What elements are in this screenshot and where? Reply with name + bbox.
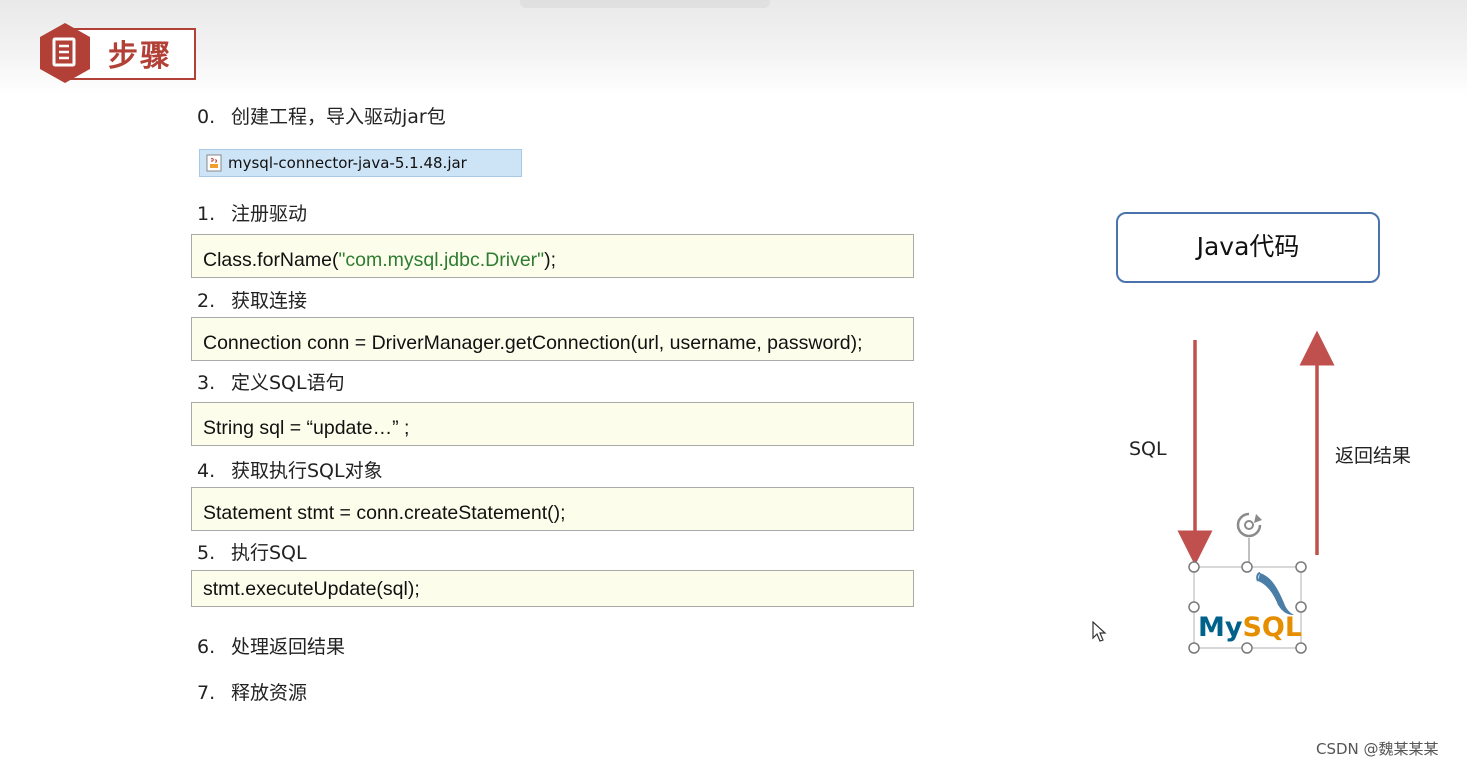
step-number: 0. <box>197 106 216 128</box>
code-execute-update: stmt.executeUpdate(sql); <box>191 570 914 607</box>
step-number: 2. <box>197 290 216 312</box>
code-text: Class.forName( <box>203 249 339 271</box>
step-number: 4. <box>197 460 216 482</box>
code-text: String sql = “update…” ; <box>203 417 410 439</box>
mysql-logo-image[interactable]: MySQL <box>1186 559 1310 659</box>
jar-file-name: mysql-connector-java-5.1.48.jar <box>228 154 467 172</box>
step-label: 获取连接 <box>231 290 308 312</box>
step-3: 3. 定义SQL语句 <box>197 368 345 395</box>
step-6: 6. 处理返回结果 <box>197 632 345 659</box>
code-create-statement: Statement stmt = conn.createStatement(); <box>191 487 914 531</box>
step-2: 2. 获取连接 <box>197 286 307 313</box>
code-string-literal: "com.mysql.jdbc.Driver" <box>338 249 545 271</box>
slide-top-shade <box>0 0 1467 95</box>
step-number: 6. <box>197 636 216 658</box>
code-register-driver: Class.forName("com.mysql.jdbc.Driver"); <box>191 234 914 278</box>
code-text: Connection conn = DriverManager.getConne… <box>203 332 863 354</box>
result-arrow-label: 返回结果 <box>1335 445 1412 467</box>
step-label: 执行SQL <box>231 542 307 564</box>
step-label: 注册驱动 <box>231 203 308 225</box>
step-0: 0. 创建工程，导入驱动jar包 <box>197 102 446 129</box>
step-4: 4. 获取执行SQL对象 <box>197 456 383 483</box>
jar-file-icon <box>206 154 222 172</box>
code-text: Statement stmt = conn.createStatement(); <box>203 502 566 524</box>
step-label: 创建工程，导入驱动jar包 <box>231 106 446 128</box>
sql-arrow-label: SQL <box>1129 438 1167 460</box>
step-7: 7. 释放资源 <box>197 678 307 705</box>
code-text: stmt.executeUpdate(sql); <box>203 578 420 600</box>
step-label: 定义SQL语句 <box>231 372 345 394</box>
step-5: 5. 执行SQL <box>197 538 307 565</box>
code-text: ); <box>544 249 557 271</box>
step-label: 释放资源 <box>231 682 308 704</box>
steps-title: 步骤 <box>108 39 172 74</box>
mysql-logo-text: MySQL <box>1198 612 1302 643</box>
step-number: 1. <box>197 203 216 225</box>
code-define-sql: String sql = “update…” ; <box>191 402 914 446</box>
mouse-cursor-icon <box>1092 621 1107 642</box>
step-label: 获取执行SQL对象 <box>231 460 383 482</box>
jar-file-item[interactable]: mysql-connector-java-5.1.48.jar <box>199 149 522 177</box>
step-1: 1. 注册驱动 <box>197 199 307 226</box>
step-number: 3. <box>197 372 216 394</box>
code-get-connection: Connection conn = DriverManager.getConne… <box>191 317 914 361</box>
java-code-box[interactable]: Java代码 <box>1116 212 1380 283</box>
step-number: 7. <box>197 682 216 704</box>
cropped-title-remnant <box>520 0 770 8</box>
step-label: 处理返回结果 <box>231 636 346 658</box>
csdn-watermark: CSDN @魏某某某 <box>1316 740 1439 758</box>
document-hexagon-icon <box>40 23 90 83</box>
step-number: 5. <box>197 542 216 564</box>
